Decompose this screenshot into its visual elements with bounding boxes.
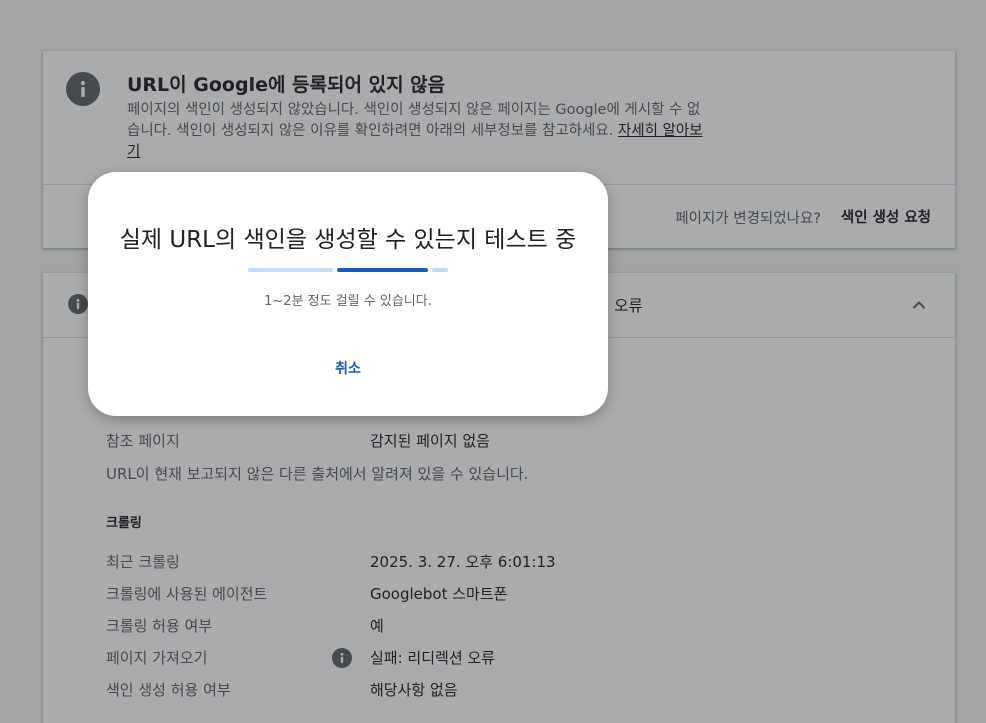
progress-track-segment: [248, 268, 333, 272]
dialog-title: 실제 URL의 색인을 생성할 수 있는지 테스트 중: [119, 227, 577, 253]
progress-bar: [248, 268, 448, 272]
progress-indicator: [337, 268, 428, 272]
progress-track-segment: [432, 268, 448, 272]
live-test-dialog: 실제 URL의 색인을 생성할 수 있는지 테스트 중 1~2분 정도 걸릴 수…: [88, 172, 608, 416]
dialog-subtitle: 1~2분 정도 걸릴 수 있습니다.: [264, 294, 432, 309]
cancel-button[interactable]: 취소: [318, 352, 378, 384]
